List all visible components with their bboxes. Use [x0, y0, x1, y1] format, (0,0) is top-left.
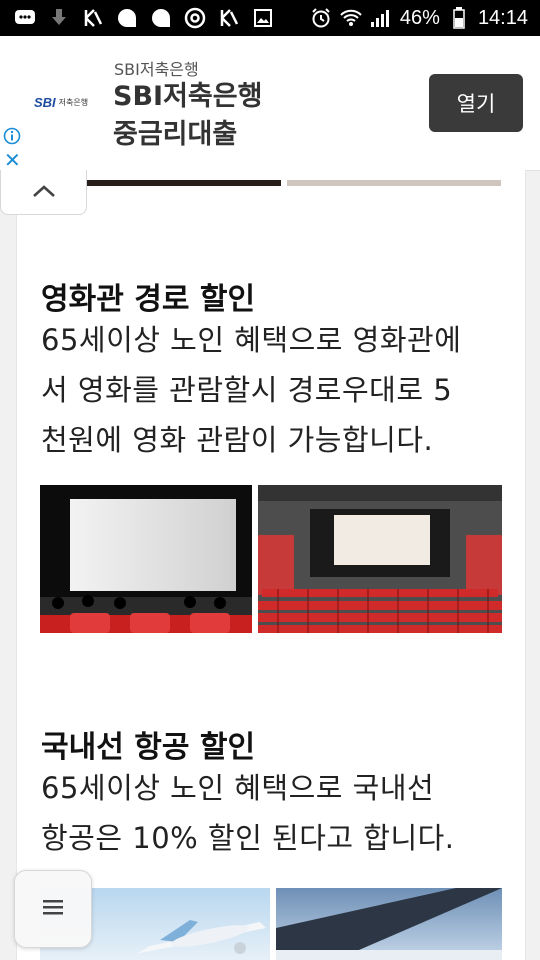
info-icon[interactable] — [3, 127, 21, 145]
image-strip — [287, 180, 501, 186]
close-icon[interactable]: ✕ — [4, 148, 21, 172]
article-card: 영화관 경로 할인 65세이상 노인 혜택으로 영화관에 서 영화를 관람할시 … — [16, 170, 526, 960]
battery-percent: 46% — [399, 6, 440, 29]
paragraph-line: 서 영화를 관람할시 경로우대로 5 — [41, 373, 453, 407]
paragraph-line: 65세이상 노인 혜택으로 영화관에 — [41, 323, 462, 357]
paragraph-line: 65세이상 노인 혜택으로 국내선 — [41, 771, 435, 805]
ad-logo-brand: SBI — [34, 94, 56, 110]
wifi-icon — [340, 7, 362, 29]
paragraph-line: 항공은 10% 할인 된다고 합니다. — [41, 821, 455, 855]
chevron-up-icon — [32, 183, 56, 202]
k-app-icon — [218, 7, 240, 29]
section-paragraph: 65세이상 노인 혜택으로 영화관에 서 영화를 관람할시 경로우대로 5 천원… — [41, 315, 511, 465]
ad-title-line: SBI저축은행 — [113, 81, 263, 112]
ad-banner[interactable]: SBI 저축은행 SBI저축은행 SBI저축은행 중금리대출 열기 ✕ — [0, 36, 540, 172]
section-heading: 국내선 항공 할인 — [41, 730, 256, 765]
paragraph-line: 천원에 영화 관람이 가능합니다. — [41, 423, 434, 457]
battery-icon — [448, 7, 470, 29]
alarm-icon — [310, 7, 332, 29]
signal-icon — [370, 7, 392, 29]
ad-logo-sub: 저축은행 — [58, 97, 89, 107]
download-icon — [48, 7, 70, 29]
k-app-icon — [82, 7, 104, 29]
theater-photo — [258, 485, 502, 633]
message-icon — [14, 7, 36, 29]
collapse-ad-button[interactable] — [0, 170, 87, 215]
section-heading: 영화관 경로 할인 — [41, 282, 256, 317]
airplane-photo — [276, 888, 502, 960]
theater-photo — [40, 485, 252, 633]
menu-icon — [43, 899, 63, 919]
sync-icon — [184, 7, 206, 29]
chat-bubble-icon — [150, 7, 172, 29]
section-paragraph: 65세이상 노인 혜택으로 국내선 항공은 10% 할인 된다고 합니다. — [41, 763, 511, 863]
ad-title-line: 중금리대출 — [113, 119, 238, 150]
image-strip — [87, 180, 281, 186]
ad-open-button[interactable]: 열기 — [429, 74, 523, 132]
status-bar: 46% 14:14 — [0, 0, 540, 36]
chat-bubble-icon — [116, 7, 138, 29]
clock: 14:14 — [477, 6, 528, 29]
ad-logo: SBI 저축은행 — [34, 94, 98, 110]
image-icon — [252, 7, 274, 29]
ad-title[interactable]: SBI저축은행 중금리대출 — [113, 78, 262, 154]
ad-subtitle: SBI저축은행 — [114, 60, 199, 79]
menu-button[interactable] — [14, 870, 92, 948]
